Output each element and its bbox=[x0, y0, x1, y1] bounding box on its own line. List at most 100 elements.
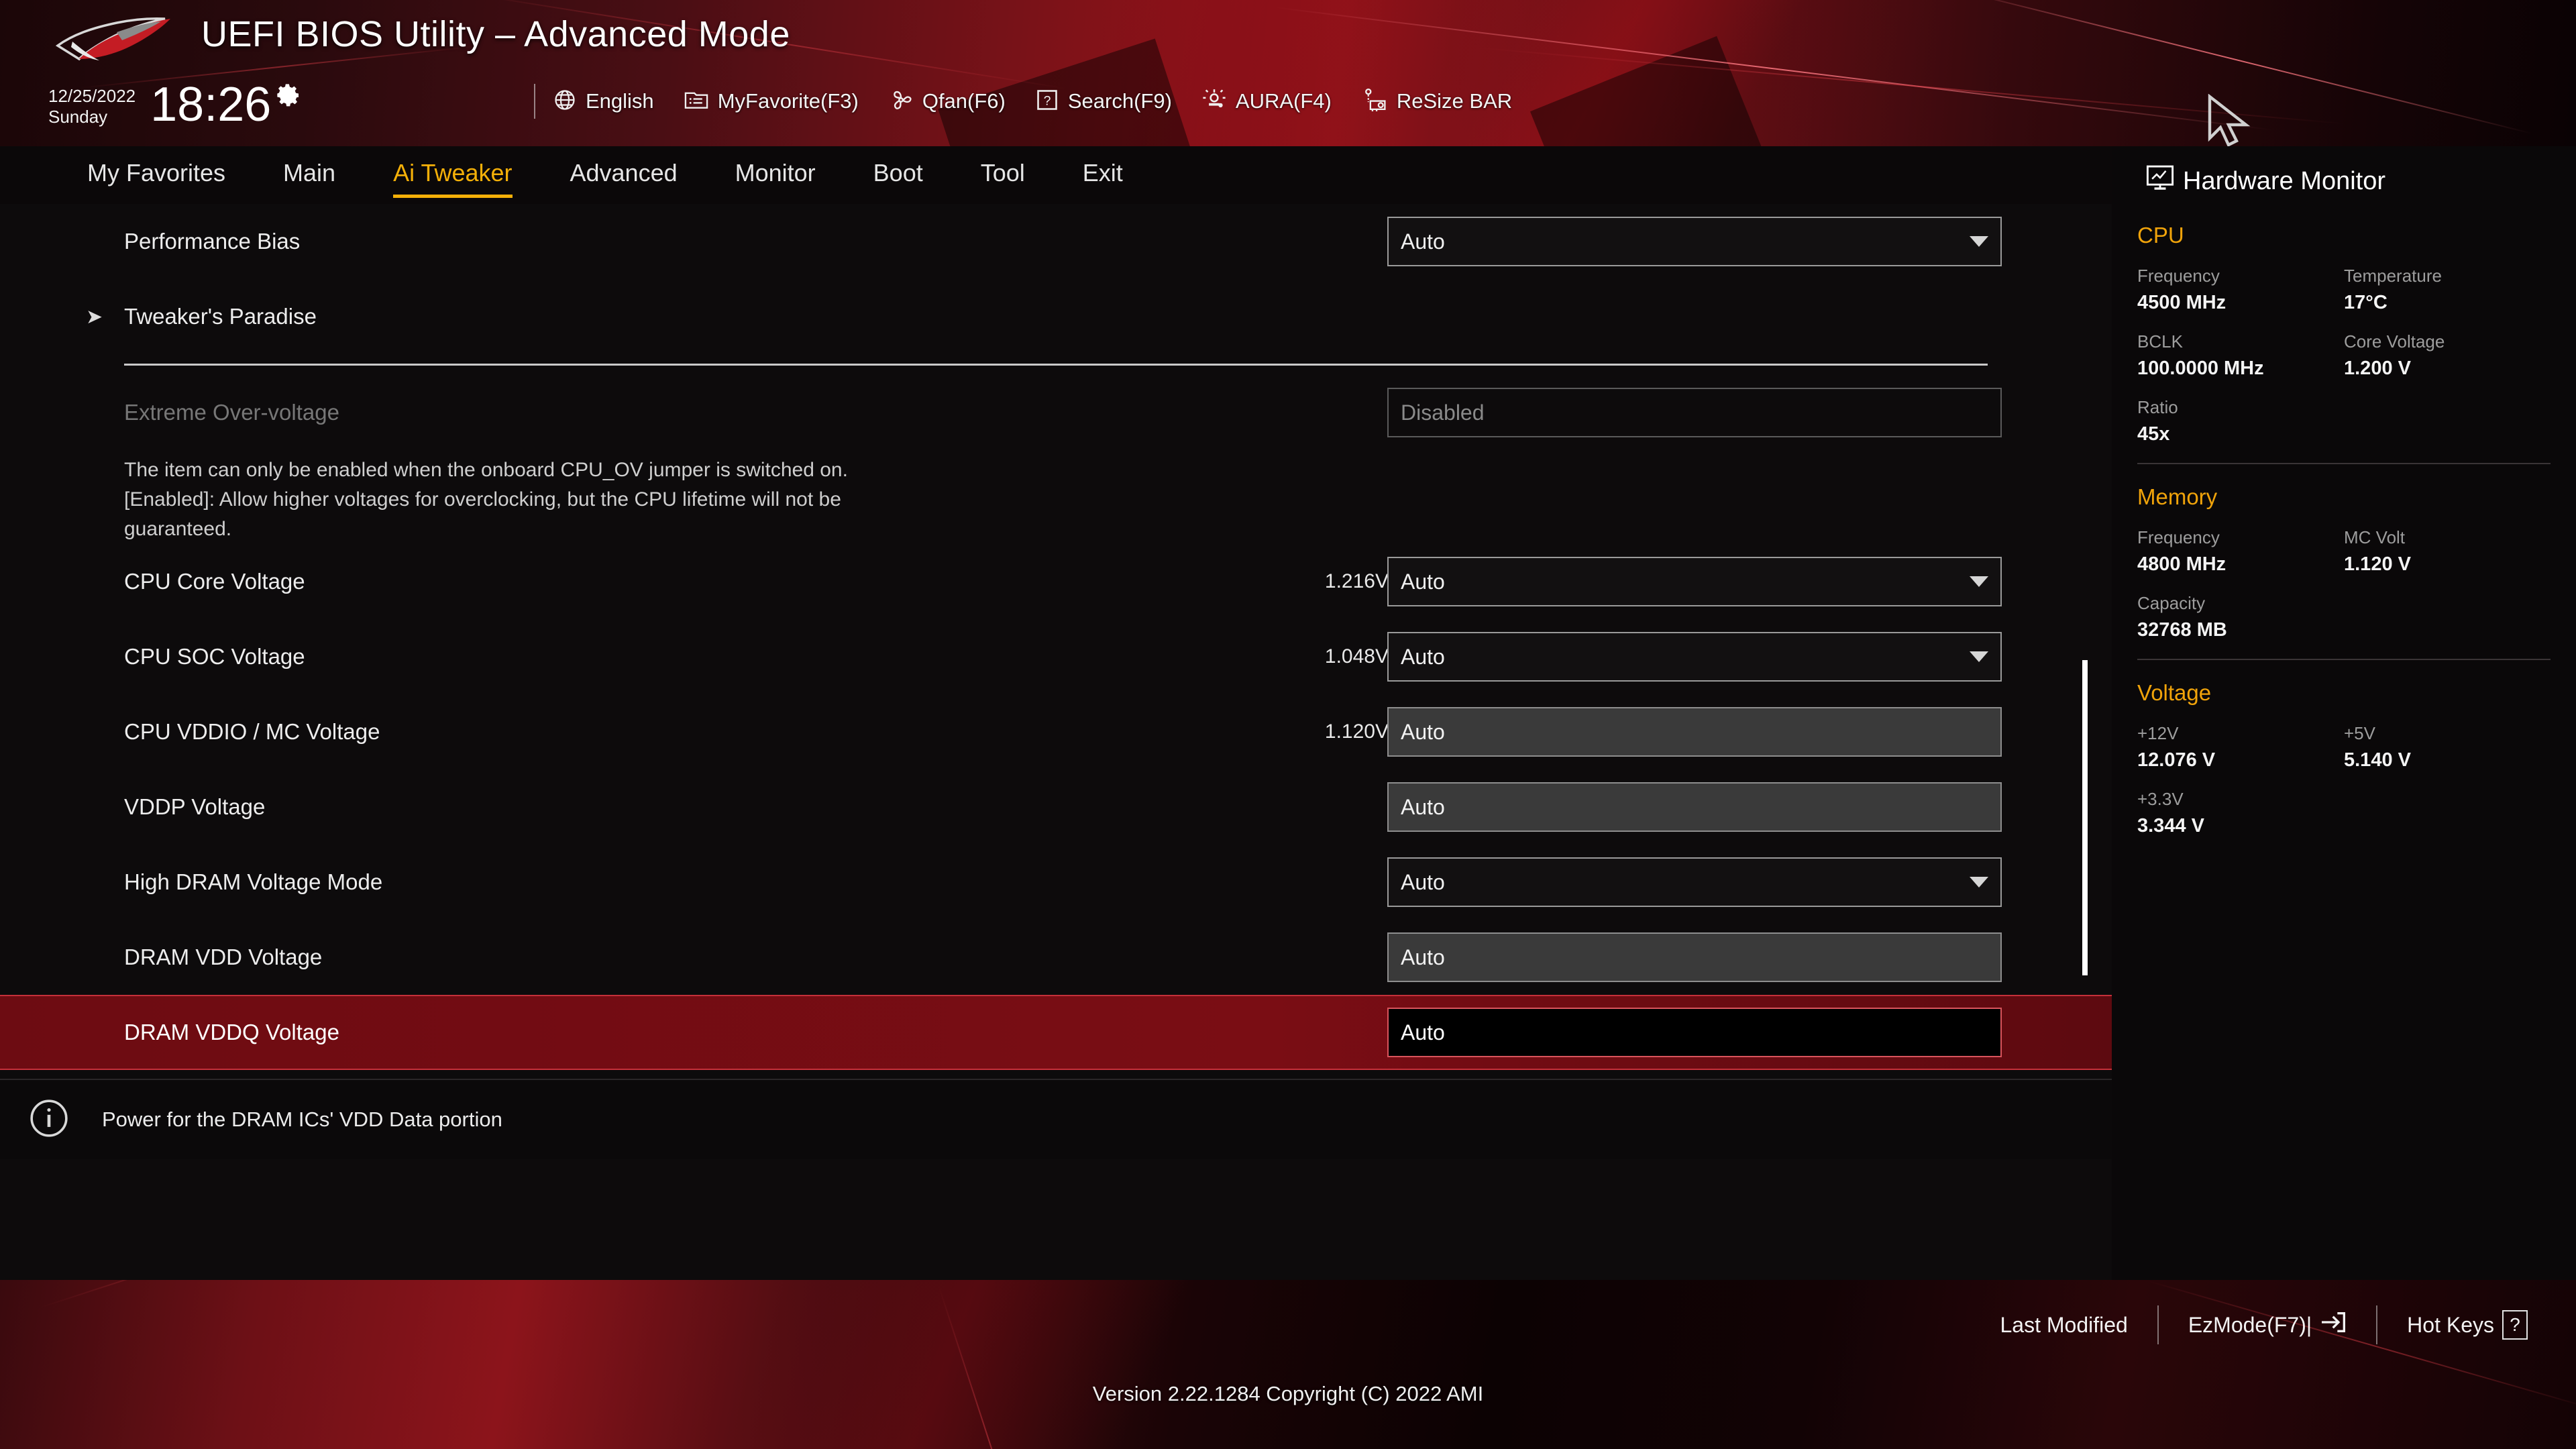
hw-cell-12v: +12V 12.076 V bbox=[2137, 723, 2344, 771]
hw-section-voltage-title: Voltage bbox=[2137, 680, 2551, 706]
setting-label: Tweaker's Paradise bbox=[124, 304, 317, 329]
cpu-vddio-mc-voltage-field[interactable]: Auto bbox=[1387, 707, 2002, 757]
dram-vddq-voltage-field[interactable]: Auto bbox=[1387, 1008, 2002, 1057]
cpu-soc-voltage-dropdown[interactable]: Auto bbox=[1387, 632, 2002, 682]
help-text: Power for the DRAM ICs' VDD Data portion bbox=[102, 1108, 502, 1132]
header-toolbar: English MyFavorite(F3) bbox=[517, 80, 1542, 122]
hw-row: Frequency 4800 MHz MC Volt 1.120 V bbox=[2137, 527, 2551, 576]
last-modified-label: Last Modified bbox=[2000, 1313, 2127, 1338]
description-line-3: guaranteed. bbox=[124, 515, 1978, 544]
footer-separator bbox=[2157, 1305, 2159, 1344]
tab-tool[interactable]: Tool bbox=[981, 159, 1025, 191]
resize-bar-label: ReSize BAR bbox=[1397, 89, 1512, 113]
hw-cell-memory-mc-volt: MC Volt 1.120 V bbox=[2344, 527, 2551, 576]
list-card-icon bbox=[684, 89, 709, 115]
dropdown-value: Auto bbox=[1401, 870, 1445, 895]
hw-value: 45x bbox=[2137, 423, 2551, 445]
question-box-icon: ? bbox=[1035, 88, 1059, 115]
hot-keys-button[interactable]: Hot Keys ? bbox=[2407, 1310, 2528, 1340]
cpu-vddio-mc-voltage-reading: 1.120V bbox=[1234, 720, 1389, 743]
setting-row-vddp-voltage[interactable]: VDDP Voltage Auto bbox=[0, 769, 2112, 845]
hw-cell-memory-frequency: Frequency 4800 MHz bbox=[2137, 527, 2344, 576]
tab-advanced[interactable]: Advanced bbox=[570, 159, 678, 191]
section-divider bbox=[124, 364, 1988, 366]
setting-label: DRAM VDDQ Voltage bbox=[124, 1020, 339, 1045]
hw-value: 32768 MB bbox=[2137, 619, 2551, 641]
datetime-block: 12/25/2022 Sunday 18:26 bbox=[48, 80, 302, 129]
field-value: Disabled bbox=[1401, 400, 1485, 425]
content-scrollbar-thumb[interactable] bbox=[2082, 660, 2088, 975]
tab-monitor[interactable]: Monitor bbox=[735, 159, 816, 191]
gear-icon[interactable] bbox=[275, 82, 302, 112]
hardware-monitor-title: Hardware Monitor bbox=[2183, 167, 2385, 196]
last-modified-button[interactable]: Last Modified bbox=[2000, 1313, 2127, 1338]
description-line-2: [Enabled]: Allow higher voltages for ove… bbox=[124, 485, 1978, 515]
hw-section-cpu-title: CPU bbox=[2137, 223, 2551, 248]
help-bar: Power for the DRAM ICs' VDD Data portion bbox=[0, 1079, 2112, 1159]
hw-value: 100.0000 MHz bbox=[2137, 358, 2344, 380]
performance-bias-dropdown[interactable]: Auto bbox=[1387, 217, 2002, 266]
ezmode-button[interactable]: EzMode(F7)| bbox=[2188, 1309, 2347, 1341]
submenu-arrow-icon: ➤ bbox=[86, 305, 103, 329]
language-label: English bbox=[586, 89, 654, 113]
dram-vdd-voltage-field[interactable]: Auto bbox=[1387, 932, 2002, 982]
extreme-over-voltage-field: Disabled bbox=[1387, 388, 2002, 437]
fan-icon bbox=[888, 88, 914, 115]
hw-key: +5V bbox=[2344, 723, 2551, 744]
aura-button[interactable]: AURA(F4) bbox=[1201, 87, 1332, 116]
setting-label: High DRAM Voltage Mode bbox=[124, 869, 382, 895]
hw-key: Temperature bbox=[2344, 266, 2551, 286]
content-scrollbar-track[interactable] bbox=[2094, 204, 2100, 1079]
qfan-button[interactable]: Qfan(F6) bbox=[888, 88, 1006, 115]
chevron-down-icon bbox=[1970, 576, 1988, 587]
hw-divider bbox=[2137, 463, 2551, 464]
tab-ai-tweaker[interactable]: Ai Tweaker bbox=[393, 159, 512, 191]
footer-separator bbox=[2376, 1305, 2377, 1344]
title-banner: UEFI BIOS Utility – Advanced Mode 12/25/… bbox=[0, 0, 2576, 146]
setting-row-cpu-soc-voltage[interactable]: CPU SOC Voltage 1.048V Auto bbox=[0, 619, 2112, 694]
hw-row: Capacity 32768 MB bbox=[2137, 593, 2551, 641]
footer-actions: Last Modified EzMode(F7)| Hot Keys ? bbox=[2000, 1305, 2528, 1344]
high-dram-voltage-mode-dropdown[interactable]: Auto bbox=[1387, 857, 2002, 907]
setting-row-tweakers-paradise[interactable]: ➤ Tweaker's Paradise bbox=[0, 279, 2112, 354]
setting-row-cpu-vddio-mc-voltage[interactable]: CPU VDDIO / MC Voltage 1.120V Auto bbox=[0, 694, 2112, 769]
rog-logo-icon bbox=[52, 12, 186, 64]
hw-key: Frequency bbox=[2137, 266, 2344, 286]
content-filler bbox=[0, 1159, 2112, 1280]
hw-key: Core Voltage bbox=[2344, 331, 2551, 352]
svg-text:?: ? bbox=[1043, 93, 1051, 108]
aura-label: AURA(F4) bbox=[1236, 89, 1332, 113]
hw-row: Frequency 4500 MHz Temperature 17°C bbox=[2137, 266, 2551, 314]
myfavorite-button[interactable]: MyFavorite(F3) bbox=[684, 89, 859, 115]
settings-list: Performance Bias Auto ➤ Tweaker's Paradi… bbox=[0, 204, 2112, 1079]
aura-lamp-icon bbox=[1201, 87, 1227, 116]
hw-cell-cpu-ratio: Ratio 45x bbox=[2137, 397, 2551, 445]
vddp-voltage-field[interactable]: Auto bbox=[1387, 782, 2002, 832]
hw-cell-cpu-core-voltage: Core Voltage 1.200 V bbox=[2344, 331, 2551, 380]
cpu-soc-voltage-reading: 1.048V bbox=[1234, 645, 1389, 668]
info-icon bbox=[28, 1097, 70, 1142]
setting-row-high-dram-voltage-mode[interactable]: High DRAM Voltage Mode Auto bbox=[0, 845, 2112, 920]
hw-cell-cpu-temperature: Temperature 17°C bbox=[2344, 266, 2551, 314]
setting-row-dram-vdd-voltage[interactable]: DRAM VDD Voltage Auto bbox=[0, 920, 2112, 995]
setting-row-performance-bias[interactable]: Performance Bias Auto bbox=[0, 204, 2112, 279]
tab-exit[interactable]: Exit bbox=[1083, 159, 1123, 191]
setting-row-dram-vddq-voltage[interactable]: DRAM VDDQ Voltage Auto bbox=[0, 995, 2112, 1070]
chevron-down-icon bbox=[1970, 651, 1988, 662]
search-button[interactable]: ? Search(F9) bbox=[1035, 88, 1172, 115]
tab-boot[interactable]: Boot bbox=[873, 159, 923, 191]
setting-row-cpu-core-voltage[interactable]: CPU Core Voltage 1.216V Auto bbox=[0, 544, 2112, 619]
hardware-monitor-panel: Hardware Monitor CPU Frequency 4500 MHz … bbox=[2112, 146, 2576, 1280]
monitor-chart-icon bbox=[2145, 164, 2175, 199]
toolbar-separator bbox=[534, 84, 535, 119]
hw-key: Ratio bbox=[2137, 397, 2551, 418]
hw-value: 5.140 V bbox=[2344, 749, 2551, 771]
setting-description: The item can only be enabled when the on… bbox=[0, 450, 2112, 544]
language-button[interactable]: English bbox=[553, 88, 654, 115]
resize-bar-button[interactable]: ReSize BAR bbox=[1361, 87, 1512, 116]
cpu-core-voltage-dropdown[interactable]: Auto bbox=[1387, 557, 2002, 606]
tab-my-favorites[interactable]: My Favorites bbox=[87, 159, 225, 191]
tab-main[interactable]: Main bbox=[283, 159, 335, 191]
chevron-down-icon bbox=[1970, 877, 1988, 888]
current-weekday: Sunday bbox=[48, 107, 136, 127]
